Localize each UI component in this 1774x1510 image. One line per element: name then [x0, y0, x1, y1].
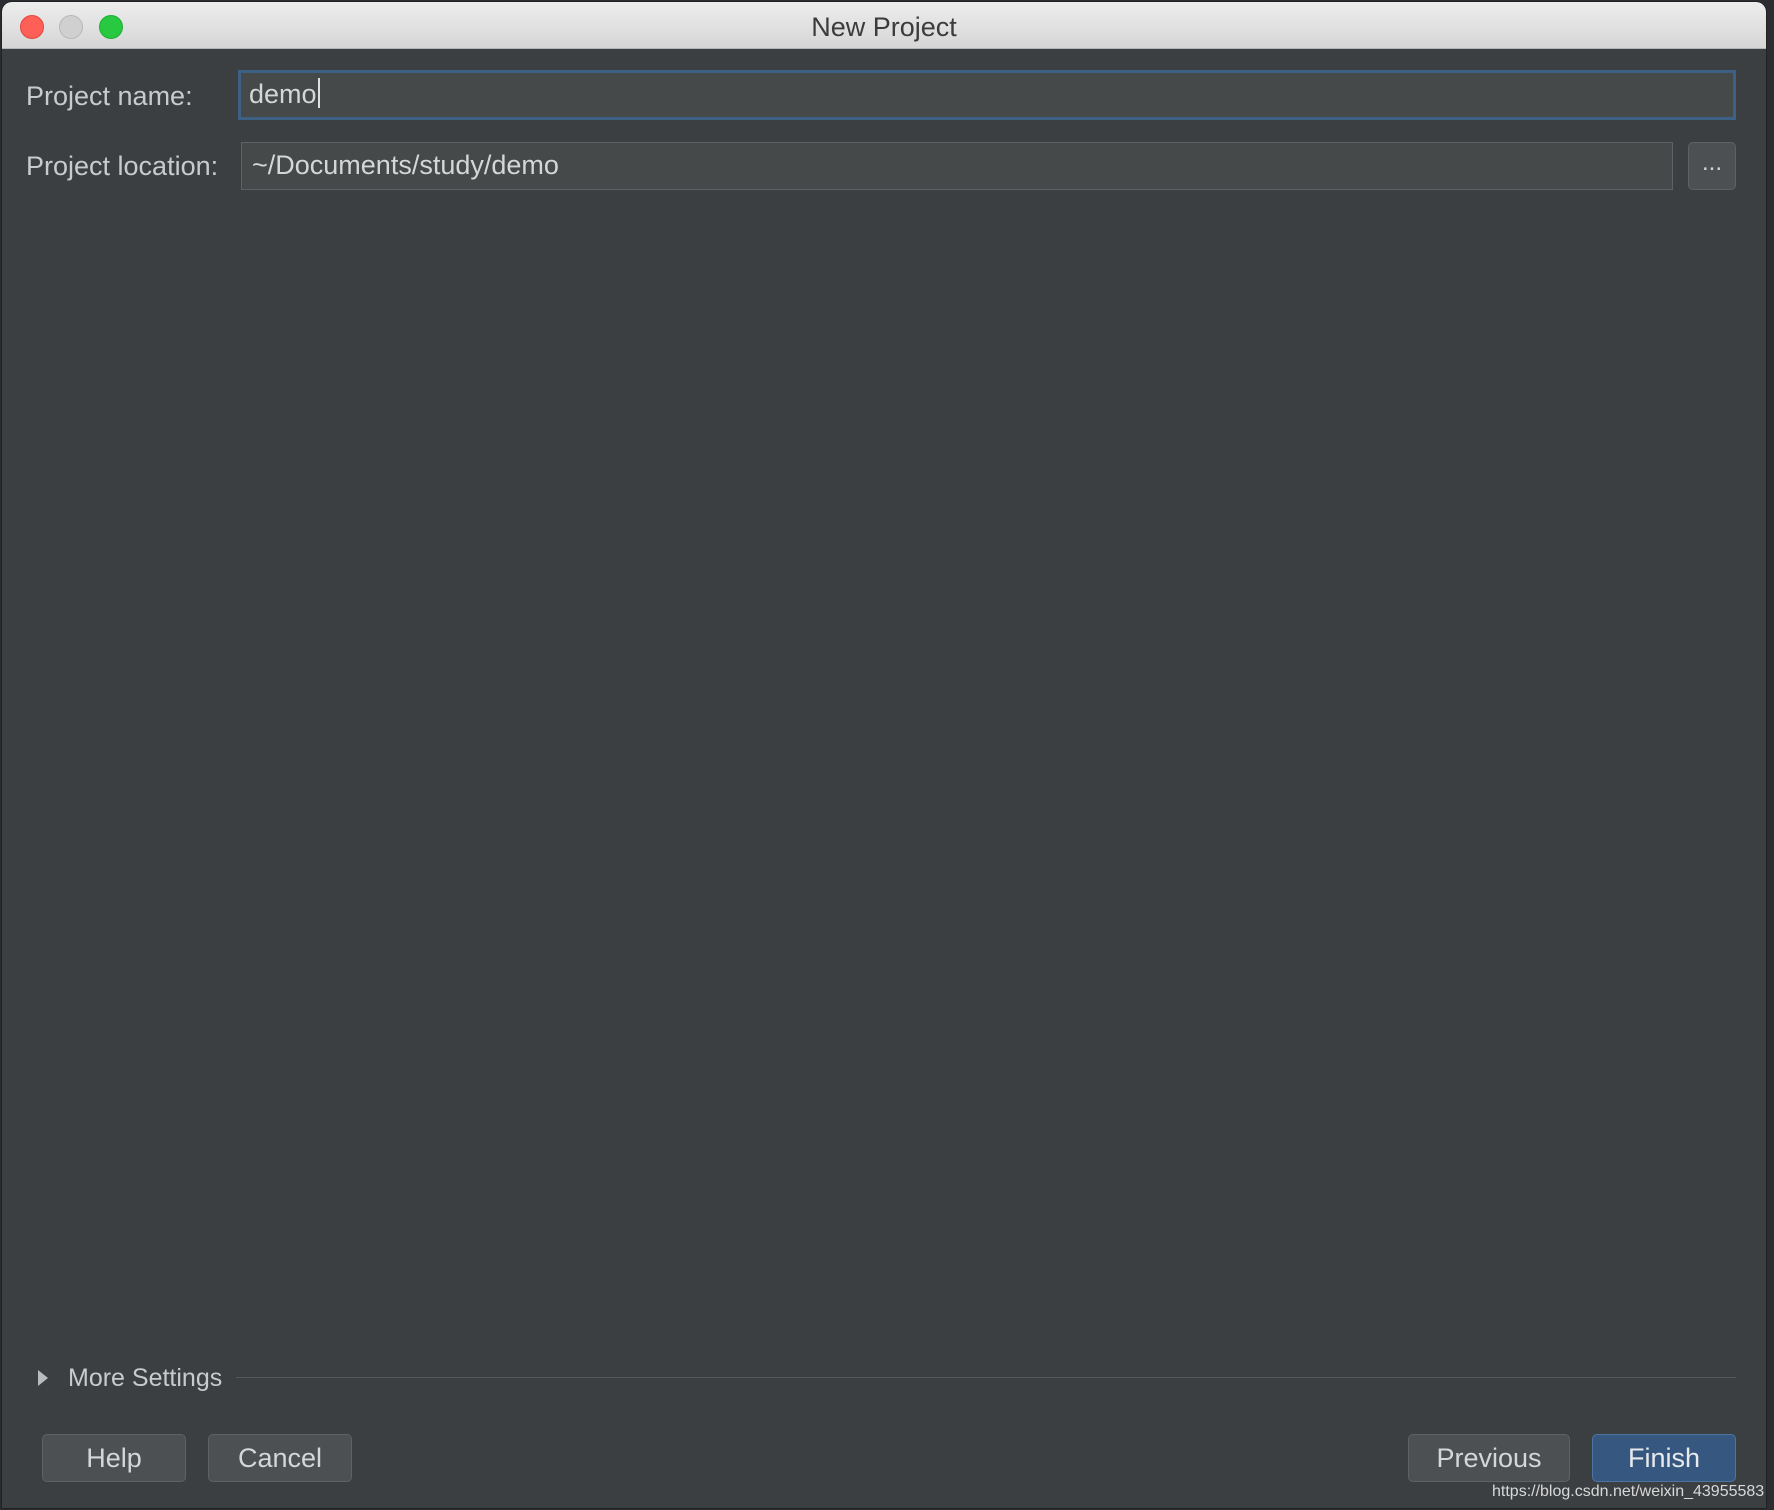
watermark-text: https://blog.csdn.net/weixin_43955583 [1492, 1483, 1765, 1500]
project-location-value: ~/Documents/study/demo [252, 150, 559, 180]
project-name-input[interactable]: demo [238, 70, 1736, 120]
more-settings-separator [236, 1377, 1736, 1378]
window-title: New Project [811, 12, 957, 42]
more-settings-label: More Settings [68, 1363, 223, 1392]
finish-button[interactable]: Finish [1592, 1434, 1736, 1482]
triangle-right-icon [38, 1370, 48, 1386]
project-name-value: demo [249, 79, 317, 109]
help-button[interactable]: Help [42, 1434, 186, 1482]
browse-location-button[interactable]: ... [1688, 142, 1736, 190]
new-project-dialog: New Project Project name: demo Project l… [2, 2, 1766, 1508]
title-bar: New Project [2, 2, 1766, 49]
cancel-button[interactable]: Cancel [208, 1434, 352, 1482]
background-strip [1766, 0, 1774, 1510]
previous-button[interactable]: Previous [1408, 1434, 1570, 1482]
project-name-label: Project name: [26, 81, 193, 111]
more-settings-toggle[interactable]: More Settings [32, 1360, 222, 1396]
project-location-input[interactable]: ~/Documents/study/demo [241, 142, 1673, 190]
project-location-label: Project location: [26, 151, 219, 181]
text-caret [317, 78, 320, 108]
